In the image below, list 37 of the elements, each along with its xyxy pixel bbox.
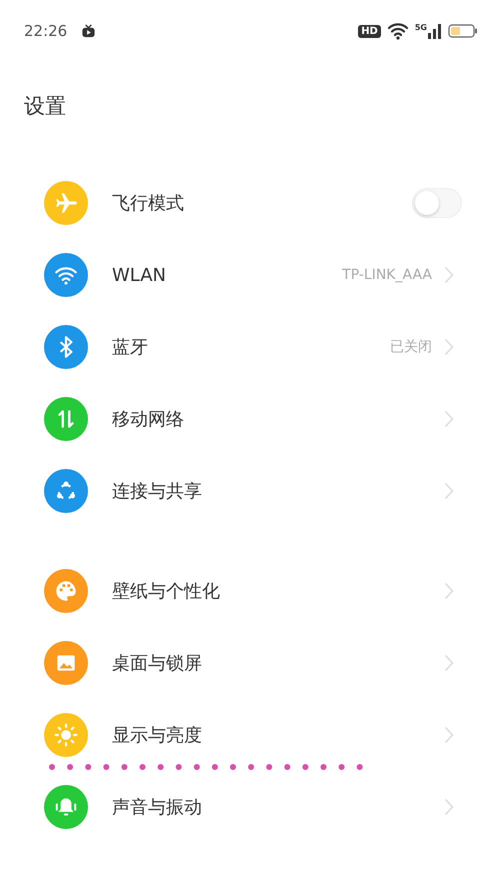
toggle-switch[interactable] <box>412 188 462 218</box>
setting-label: 蓝牙 <box>112 336 149 359</box>
setting-label: 飞行模式 <box>112 192 185 215</box>
network-label: 5G <box>414 23 427 32</box>
setting-label: 连接与共享 <box>112 480 203 503</box>
clock: 22:26 <box>24 22 68 40</box>
chevron-icon <box>444 338 454 356</box>
setting-label: 桌面与锁屏 <box>112 652 203 675</box>
setting-label: 移动网络 <box>112 408 185 431</box>
setting-label: 显示与亮度 <box>112 724 203 747</box>
chevron-icon <box>444 482 454 500</box>
settings-row[interactable]: 连接与共享 <box>0 455 500 527</box>
settings-row[interactable]: 移动网络 <box>0 383 500 455</box>
chevron-icon <box>444 410 454 428</box>
settings-row[interactable]: WLAN TP-LINK_AAA <box>0 239 500 311</box>
setting-label: WLAN <box>112 264 168 286</box>
chevron-icon <box>444 266 454 284</box>
settings-row[interactable]: 壁纸与个性化 <box>0 555 500 627</box>
chevron-icon <box>444 726 454 744</box>
settings-row[interactable]: 桌面与锁屏 <box>0 627 500 699</box>
hd-badge: HD <box>358 24 381 38</box>
setting-value: TP-LINK_AAA <box>342 267 432 283</box>
setting-label: 声音与振动 <box>112 796 203 819</box>
page-title: 设置 <box>24 93 66 120</box>
chevron-icon <box>444 582 454 600</box>
signal-icon <box>428 23 442 39</box>
tv-icon <box>81 24 96 38</box>
settings-row[interactable]: 声音与振动 <box>0 771 500 843</box>
settings-row[interactable]: 蓝牙 已关闭 <box>0 311 500 383</box>
setting-value: 已关闭 <box>390 338 432 356</box>
chevron-icon <box>444 798 454 816</box>
chevron-icon <box>444 654 454 672</box>
battery-icon <box>448 24 478 38</box>
wifi-icon <box>386 22 409 40</box>
setting-label: 壁纸与个性化 <box>112 580 221 603</box>
settings-row[interactable]: 飞行模式 <box>0 167 500 239</box>
settings-row[interactable]: 显示与亮度 <box>0 699 500 771</box>
